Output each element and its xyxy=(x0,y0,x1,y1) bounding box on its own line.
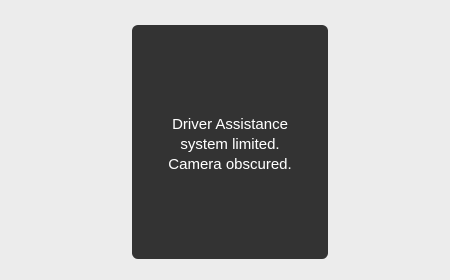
driver-assistance-alert-panel: Driver Assistance system limited. Camera… xyxy=(132,25,328,259)
alert-line-3: Camera obscured. xyxy=(168,156,292,173)
alert-message: Driver Assistance system limited. Camera… xyxy=(168,115,291,175)
screen-background: Driver Assistance system limited. Camera… xyxy=(0,0,450,280)
alert-line-2: system limited. xyxy=(180,136,280,153)
alert-line-1: Driver Assistance xyxy=(172,116,288,133)
